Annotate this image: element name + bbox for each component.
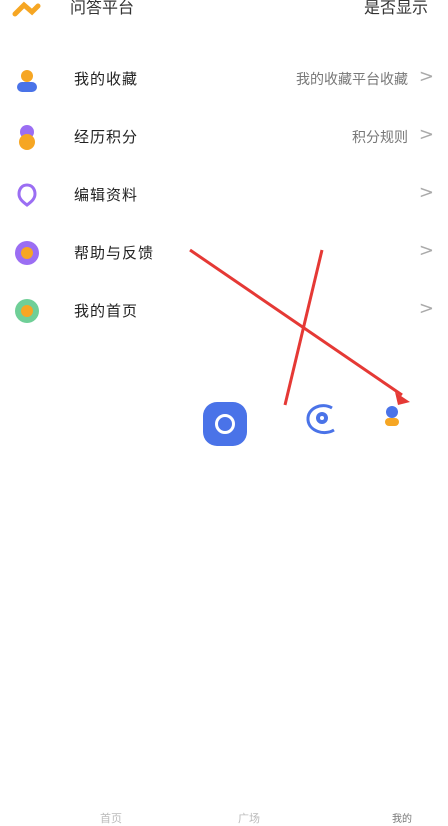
bottom-nav: 首页 广场 我的 xyxy=(0,390,448,825)
top-bar: 问答平台 是否显示 xyxy=(0,0,448,26)
top-right-label: 是否显示 xyxy=(363,0,428,17)
list-item-homepage[interactable]: 我的首页 > xyxy=(0,290,448,344)
list-item-label: 我的首页 xyxy=(74,302,139,320)
chevron-right-icon: > xyxy=(418,298,434,319)
message-icon[interactable] xyxy=(302,402,342,436)
list-item-points[interactable]: 经历积分 积分规则 > xyxy=(0,116,448,170)
user-icon xyxy=(17,70,37,92)
chevron-right-icon: > xyxy=(418,66,434,87)
chevron-right-icon: > xyxy=(418,240,434,261)
profile-icon[interactable] xyxy=(378,402,406,430)
tab-mine-label[interactable]: 我的 xyxy=(392,810,412,825)
list-item-label: 我的收藏 xyxy=(74,70,139,88)
list-item-favorites[interactable]: 我的收藏 我的收藏平台收藏 > xyxy=(0,58,448,112)
list-item-help[interactable]: 帮助与反馈 > xyxy=(0,232,448,286)
help-icon xyxy=(15,241,39,265)
chevron-right-icon: > xyxy=(418,182,434,203)
chevron-right-icon: > xyxy=(418,124,434,145)
badge-icon xyxy=(19,125,35,150)
tab-square-label[interactable]: 广场 xyxy=(238,810,260,826)
list-item-edit[interactable]: 编辑资料 > xyxy=(0,174,448,228)
list-item-label: 经历积分 xyxy=(74,128,139,146)
top-left-label: 问答平台 xyxy=(70,0,135,17)
circle-icon xyxy=(215,414,235,434)
app-icon xyxy=(12,1,41,17)
center-tab-button[interactable] xyxy=(203,402,247,446)
tab-home-label[interactable]: 首页 xyxy=(100,810,122,826)
list-item-right-text: 我的收藏平台收藏 xyxy=(296,72,408,88)
list-item-label: 帮助与反馈 xyxy=(74,244,155,262)
list-item-right-text: 积分规则 xyxy=(352,130,408,146)
list-item-label: 编辑资料 xyxy=(74,186,139,204)
balloon-icon xyxy=(17,183,37,207)
settings-icon xyxy=(15,299,39,323)
